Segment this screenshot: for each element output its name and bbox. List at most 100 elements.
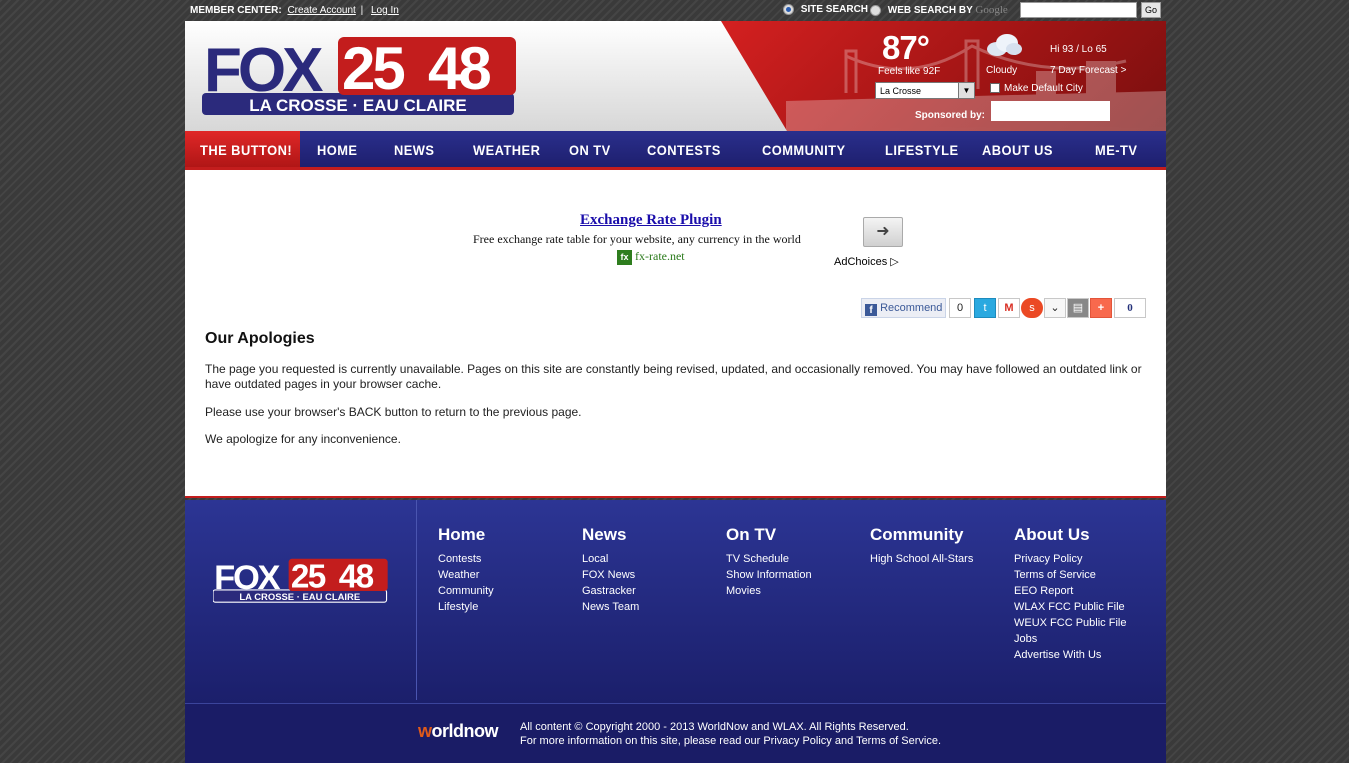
footer-link-eeo-report[interactable]: EEO Report [1014, 583, 1126, 599]
footer: FOX 25 48 LA CROSSE · EAU CLAIRE Home Co… [185, 500, 1166, 703]
copyright-line-2: For more information on this site, pleas… [520, 735, 942, 747]
make-default-checkbox[interactable] [990, 83, 1000, 94]
seven-day-forecast-link[interactable]: 7 Day Forecast > [1050, 65, 1126, 76]
footer-col-title[interactable]: Home [438, 525, 494, 545]
footer-link-contests[interactable]: Contests [438, 551, 494, 567]
facebook-count: 0 [949, 298, 971, 318]
facebook-icon: f [865, 304, 877, 316]
footer-link-advertise[interactable]: Advertise With Us [1014, 647, 1126, 663]
ad-title-link[interactable]: Exchange Rate Plugin [580, 212, 722, 229]
cloud-icon [987, 34, 1022, 56]
footer-link-news-team[interactable]: News Team [582, 599, 639, 615]
worldnow-w: w [418, 721, 432, 741]
footer-link-fox-news[interactable]: FOX News [582, 567, 639, 583]
more-chevron-icon[interactable]: ⌄ [1044, 298, 1066, 318]
footer-link-lifestyle[interactable]: Lifestyle [438, 599, 494, 615]
print-icon[interactable]: ▤ [1067, 298, 1089, 318]
sponsored-by-label: Sponsored by: [915, 110, 986, 121]
member-center-label: MEMBER CENTER: [190, 5, 282, 16]
addthis-plus-icon[interactable]: + [1090, 298, 1112, 318]
separator: | [360, 5, 364, 16]
twitter-icon[interactable]: t [974, 298, 996, 318]
logo-tagline: LA CROSSE · EAU CLAIRE [249, 96, 467, 115]
footer-link-local[interactable]: Local [582, 551, 639, 567]
footer-col-title[interactable]: News [582, 525, 639, 545]
web-search-label: WEB SEARCH BY [887, 5, 973, 16]
footer-link-jobs[interactable]: Jobs [1014, 631, 1126, 647]
log-in-link[interactable]: Log In [371, 5, 399, 16]
paragraph-unavailable: The page you requested is currently unav… [205, 362, 1142, 391]
site-search-label: SITE SEARCH [800, 4, 869, 16]
city-select[interactable]: La Crosse ▼ [875, 82, 975, 99]
temperature: 87° [882, 29, 930, 66]
footer-col-title[interactable]: Community [870, 525, 973, 545]
gmail-icon[interactable]: M [998, 298, 1020, 318]
nav-item-the-button[interactable]: THE BUTTON! [200, 131, 292, 167]
site-search-radio[interactable] [783, 4, 794, 15]
nav-item-home[interactable]: HOME [317, 131, 357, 167]
adchoices-label: AdChoices [834, 256, 888, 268]
hi-lo: Hi 93 / Lo 65 [1050, 44, 1107, 55]
copyright-bar: worldnow All content © Copyright 2000 - … [185, 703, 1166, 763]
chevron-down-icon[interactable]: ▼ [958, 83, 974, 98]
footer-col-title[interactable]: About Us [1014, 525, 1126, 545]
footer-link-weather[interactable]: Weather [438, 567, 494, 583]
share-count: 0 [1114, 298, 1146, 318]
nav-item-community[interactable]: COMMUNITY [762, 131, 846, 167]
feels-like: Feels like 92F [878, 66, 941, 77]
recommend-label: Recommend [880, 302, 943, 314]
footer-col-community: Community High School All-Stars [870, 525, 973, 567]
page-title: Our Apologies [205, 330, 315, 347]
nav-item-lifestyle[interactable]: LIFESTYLE [885, 131, 959, 167]
footer-link-wlax-fcc[interactable]: WLAX FCC Public File [1014, 599, 1126, 615]
footer-logo-tagline: LA CROSSE · EAU CLAIRE [239, 592, 360, 603]
logo-number-25: 25 [342, 37, 404, 102]
footer-link-high-school-all-stars[interactable]: High School All-Stars [870, 551, 973, 567]
footer-link-privacy-policy[interactable]: Privacy Policy [1014, 551, 1126, 567]
site-search-option[interactable]: SITE SEARCH [783, 4, 868, 15]
ad-site-link[interactable]: fx fx-rate.net [617, 249, 685, 265]
nav-item-on-tv[interactable]: ON TV [569, 131, 611, 167]
search-input[interactable] [1020, 2, 1137, 18]
city-select-value: La Crosse [880, 86, 922, 96]
make-default-label: Make Default City [1004, 83, 1083, 94]
footer-link-terms-of-service[interactable]: Terms of Service [1014, 567, 1126, 583]
footer-link-gastracker[interactable]: Gastracker [582, 583, 639, 599]
adchoices-link[interactable]: AdChoices ▷ [834, 255, 899, 268]
make-default-city[interactable]: Make Default City [990, 83, 1083, 94]
footer-link-show-information[interactable]: Show Information [726, 567, 812, 583]
nav-item-contests[interactable]: CONTESTS [647, 131, 721, 167]
footer-col-title[interactable]: On TV [726, 525, 812, 545]
paragraph-back-button: Please use your browser's BACK button to… [205, 405, 582, 419]
fox-25-48-logo[interactable]: FOX 25 48 LA CROSSE · EAU CLAIRE [202, 37, 522, 117]
footer-link-tv-schedule[interactable]: TV Schedule [726, 551, 812, 567]
ad-site-text: fx-rate.net [635, 249, 685, 263]
facebook-recommend-button[interactable]: f Recommend [861, 298, 946, 318]
footer-logo-number-48: 48 [339, 559, 374, 596]
google-logo: Google [975, 4, 1008, 16]
footer-link-community[interactable]: Community [438, 583, 494, 599]
nav-item-news[interactable]: NEWS [394, 131, 434, 167]
fx-icon: fx [617, 249, 632, 265]
footer-col-home: Home Contests Weather Community Lifestyl… [438, 525, 494, 615]
footer-link-weux-fcc[interactable]: WEUX FCC Public File [1014, 615, 1126, 631]
footer-logo-number-25: 25 [291, 559, 326, 596]
weather-condition: Cloudy [986, 65, 1018, 76]
nav-item-about-us[interactable]: ABOUT US [982, 131, 1053, 167]
sponsor-logo-area[interactable] [991, 101, 1110, 121]
main-nav: THE BUTTON! HOME NEWS WEATHER ON TV CONT… [185, 131, 1166, 170]
nav-item-weather[interactable]: WEATHER [473, 131, 540, 167]
worldnow-logo[interactable]: worldnow [418, 721, 499, 742]
footer-link-movies[interactable]: Movies [726, 583, 812, 599]
arrow-right-icon[interactable]: ➜ [863, 217, 903, 247]
copyright-line-1: All content © Copyright 2000 - 2013 Worl… [520, 721, 909, 733]
stumbleupon-icon[interactable]: s [1021, 298, 1043, 318]
create-account-link[interactable]: Create Account [287, 5, 355, 16]
go-button[interactable]: Go [1141, 2, 1161, 18]
nav-item-me-tv[interactable]: ME-TV [1095, 131, 1137, 167]
ad-text[interactable]: Free exchange rate table for your websit… [473, 232, 801, 247]
page: MEMBER CENTER: Create Account | Log In S… [185, 0, 1166, 763]
web-search-radio[interactable] [870, 4, 881, 16]
footer-fox-logo[interactable]: FOX 25 48 LA CROSSE · EAU CLAIRE [213, 557, 391, 605]
web-search-option[interactable]: WEB SEARCH BY Google [870, 4, 1008, 16]
